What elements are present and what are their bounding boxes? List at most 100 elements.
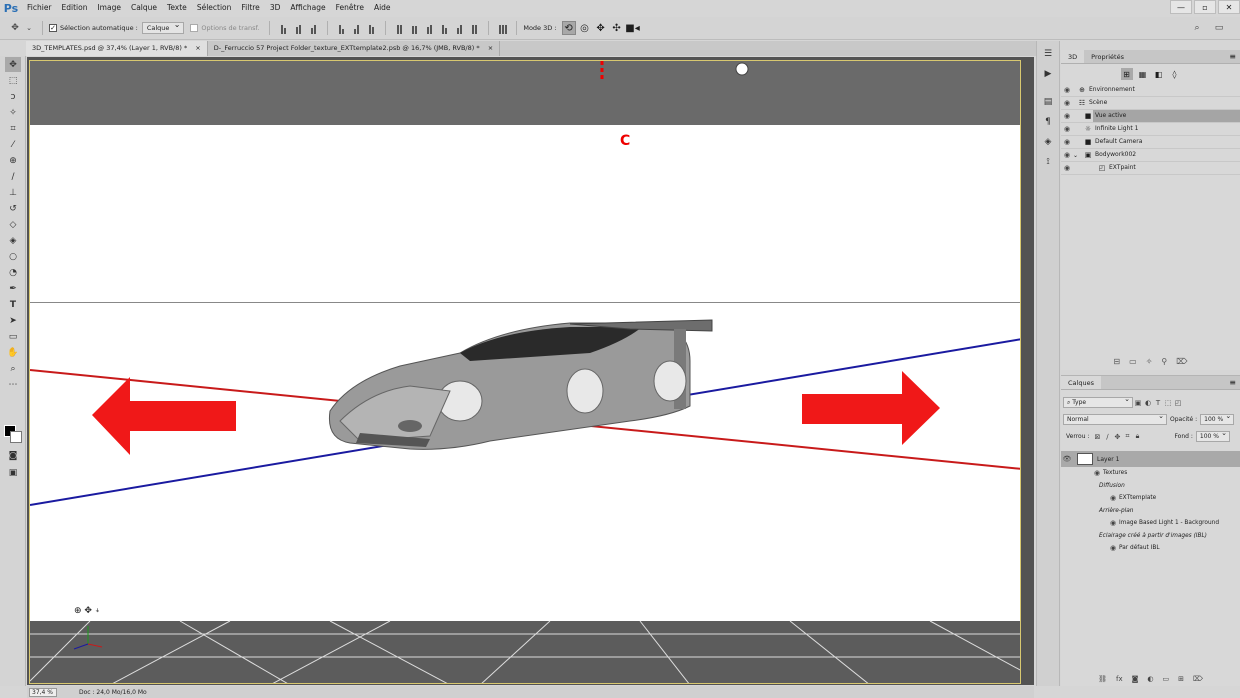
background-color[interactable]	[10, 431, 22, 443]
scale-3d-icon[interactable]: ■◂	[625, 21, 639, 35]
3d-cube-icon[interactable]: ◈	[1041, 135, 1055, 149]
light-widget-icon[interactable]	[735, 62, 749, 76]
magic-wand-tool-icon[interactable]: ✧	[5, 105, 21, 120]
transform-options-checkbox[interactable]	[190, 24, 199, 32]
paragraph-icon[interactable]: ¶	[1041, 115, 1055, 129]
shape-tool-icon[interactable]: ▭	[5, 329, 21, 344]
move-tool-icon[interactable]: ✥	[5, 57, 21, 72]
scene-row[interactable]: ◉ ■ Vue active	[1061, 110, 1240, 123]
menu-item-0[interactable]: Fichier	[22, 0, 57, 16]
menu-item-9[interactable]: Fenêtre	[331, 0, 369, 16]
menu-item-3[interactable]: Calque	[126, 0, 162, 16]
visibility-eye-icon[interactable]: ◉	[1061, 138, 1073, 146]
trash-icon[interactable]: ⌦	[1193, 675, 1203, 683]
channels-icon[interactable]: ▤	[1041, 95, 1055, 109]
align-vcenter-icon[interactable]	[293, 23, 304, 34]
close-icon[interactable]: ×	[195, 44, 200, 52]
brush-tool-icon[interactable]: ∕	[5, 169, 21, 184]
new-light-icon[interactable]: ⚲	[1161, 357, 1167, 366]
orbit-3d-icon[interactable]: ⟲	[561, 21, 576, 35]
lock-all-icon[interactable]: 🔒︎	[1132, 432, 1142, 441]
scene-row[interactable]: ◉ ■ Default Camera	[1061, 136, 1240, 149]
visibility-eye-icon[interactable]: ◉	[1061, 125, 1073, 133]
zoom-tool-icon[interactable]: ⌕	[5, 361, 21, 376]
fx-icon[interactable]: fx	[1116, 675, 1123, 683]
distribute-top-icon[interactable]	[394, 23, 405, 34]
close-button[interactable]: ✕	[1218, 0, 1240, 14]
scene-row[interactable]: ◉ ⊕ Environnement	[1061, 84, 1240, 97]
opacity-field[interactable]: 100 %	[1200, 412, 1235, 425]
distribute-left-icon[interactable]	[439, 23, 450, 34]
distribute-right-icon[interactable]	[469, 23, 480, 34]
adjustment-filter-icon[interactable]: ◐	[1143, 399, 1153, 407]
blend-mode-dropdown[interactable]: Normal	[1063, 412, 1167, 425]
history-brush-tool-icon[interactable]: ↺	[5, 201, 21, 216]
marquee-tool-icon[interactable]: ⬚	[5, 73, 21, 88]
scene-row[interactable]: ◉ ☼ Infinite Light 1	[1061, 123, 1240, 136]
lights-icon[interactable]: ◊	[1169, 68, 1181, 80]
scene-row[interactable]: ◉ ☷ Scène	[1061, 97, 1240, 110]
visibility-eye-icon[interactable]: ◉	[1061, 99, 1073, 107]
menu-item-10[interactable]: Aide	[369, 0, 396, 16]
visibility-eye-icon[interactable]: ◉	[1061, 164, 1073, 172]
meshes-icon[interactable]: ▦	[1137, 68, 1149, 80]
pan-3d-icon[interactable]: ✥	[594, 21, 608, 35]
layer-effect-row[interactable]: ◉ Par défaut IBL	[1061, 542, 1240, 555]
document-workspace[interactable]: ⊕ ✥ ⍖ C	[27, 57, 1034, 685]
render-icon[interactable]: ⊟	[1113, 357, 1120, 366]
lock-artboard-icon[interactable]: ⌗	[1122, 432, 1132, 441]
visibility-eye-icon[interactable]: ◉	[1061, 112, 1073, 120]
align-right-icon[interactable]	[366, 23, 377, 34]
healing-tool-icon[interactable]: ⊕	[5, 153, 21, 168]
search-icon[interactable]: ⌕	[1190, 21, 1204, 35]
minimize-button[interactable]: —	[1170, 0, 1192, 14]
layer-filter-dropdown[interactable]: ⌕ Type	[1063, 395, 1133, 408]
layer-effect-row[interactable]: ◉ Textures	[1061, 467, 1240, 480]
menu-item-5[interactable]: Sélection	[192, 0, 237, 16]
adjustment-icon[interactable]: ◐	[1147, 675, 1153, 683]
distribute-vcenter-icon[interactable]	[409, 23, 420, 34]
scene-row[interactable]: ◉ ◰ EXTpaint	[1061, 162, 1240, 175]
visibility-eye-icon[interactable]: ◉	[1107, 494, 1119, 502]
canvas[interactable]: ⊕ ✥ ⍖ C	[29, 60, 1021, 684]
menu-item-1[interactable]: Edition	[57, 0, 93, 16]
history-icon[interactable]: ☰	[1041, 47, 1055, 61]
align-top-icon[interactable]	[278, 23, 289, 34]
tab-document-1[interactable]: 3D_TEMPLATES.psd @ 37,4% (Layer 1, RVB/8…	[26, 41, 208, 56]
play-icon[interactable]: ▶	[1041, 67, 1055, 81]
dodge-tool-icon[interactable]: ◔	[5, 265, 21, 280]
visibility-eye-icon[interactable]: ◉	[1107, 519, 1119, 527]
zoom-field[interactable]: 37,4 %	[29, 687, 57, 697]
blur-tool-icon[interactable]: ○	[5, 249, 21, 264]
lock-transparency-icon[interactable]: ⊠	[1092, 433, 1102, 441]
visibility-eye-icon[interactable]: ◉	[1107, 544, 1119, 552]
align-left-icon[interactable]	[336, 23, 347, 34]
path-select-tool-icon[interactable]: ➤	[5, 313, 21, 328]
layer-effect-row[interactable]: Arrière-plan	[1061, 505, 1240, 518]
3d-scene[interactable]: ⊕ ✥ ⍖	[30, 61, 1021, 684]
fill-field[interactable]: 100 %	[1195, 429, 1230, 442]
move-tool-icon[interactable]: ✥	[8, 21, 22, 35]
menu-item-7[interactable]: 3D	[265, 0, 286, 16]
visibility-eye-icon[interactable]: 👁︎	[1061, 455, 1073, 463]
new-layer-icon[interactable]: ⊞	[1178, 675, 1184, 683]
auto-select-checkbox[interactable]: ✓	[49, 24, 57, 32]
layer-effect-row[interactable]: Eclairage créé à partir d'images (IBL)	[1061, 530, 1240, 543]
auto-select-dropdown[interactable]: Calque	[141, 20, 185, 34]
distribute-hcenter-icon[interactable]	[454, 23, 465, 34]
align-hcenter-icon[interactable]	[351, 23, 362, 34]
panel-menu-icon[interactable]: ≡	[1229, 52, 1236, 61]
menu-item-6[interactable]: Filtre	[236, 0, 264, 16]
materials-icon[interactable]: ◧	[1153, 68, 1165, 80]
mask-icon[interactable]: ◙	[1132, 675, 1139, 683]
bucket-tool-icon[interactable]: ◈	[5, 233, 21, 248]
visibility-eye-icon[interactable]: ◉	[1091, 469, 1103, 477]
workspace-icon[interactable]: ▭	[1212, 21, 1226, 35]
whole-scene-icon[interactable]: ⊞	[1120, 68, 1133, 80]
align-bottom-icon[interactable]	[308, 23, 319, 34]
tab-document-2[interactable]: D-_Ferruccio 57 Project Folder_texture_E…	[208, 41, 501, 56]
pixel-filter-icon[interactable]: ▣	[1133, 399, 1143, 407]
roll-3d-icon[interactable]: ◎	[578, 21, 592, 35]
scene-row[interactable]: ◉ ⌄ ▣ Bodywork002	[1061, 149, 1240, 162]
screen-mode-icon[interactable]: ▣	[5, 465, 21, 480]
